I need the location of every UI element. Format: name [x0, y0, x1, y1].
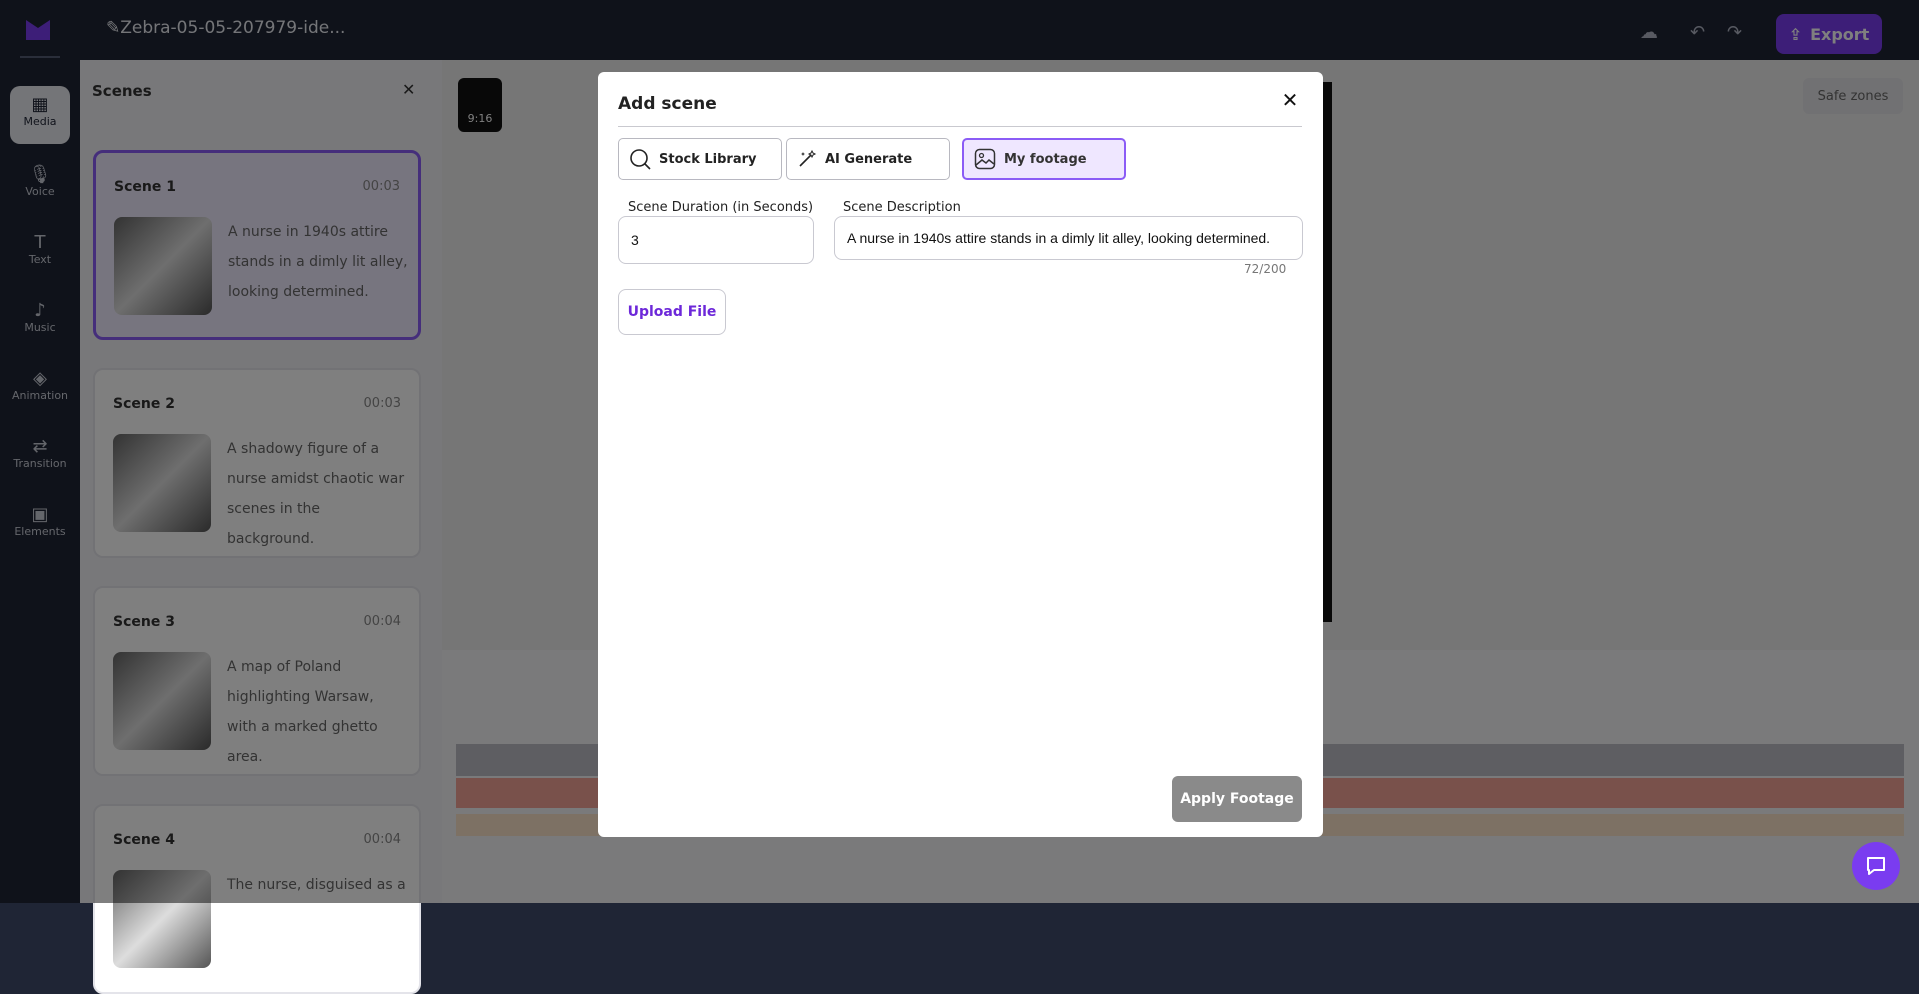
duration-input[interactable]: 3: [618, 216, 814, 264]
chat-icon: [1867, 857, 1885, 875]
search-icon: [630, 149, 651, 170]
add-scene-dialog: Add scene ✕ Stock Library AI Generate My…: [598, 72, 1323, 837]
close-icon[interactable]: ✕: [1278, 88, 1302, 112]
duration-label: Scene Duration (in Seconds): [628, 200, 814, 215]
description-input[interactable]: A nurse in 1940s attire stands in a diml…: [834, 216, 1303, 260]
dialog-title: Add scene: [618, 94, 717, 114]
magic-wand-icon: [799, 149, 817, 167]
tab-ai-generate[interactable]: AI Generate: [786, 138, 950, 180]
character-counter: 72/200: [1244, 262, 1287, 276]
upload-file-button[interactable]: Upload File: [618, 289, 726, 335]
tab-my-footage[interactable]: My footage: [962, 138, 1126, 180]
divider: [618, 126, 1302, 127]
image-icon: [974, 148, 996, 170]
description-label: Scene Description: [843, 200, 961, 215]
apply-footage-button[interactable]: Apply Footage: [1172, 776, 1302, 822]
chat-support-button[interactable]: [1852, 842, 1900, 890]
tab-stock-library[interactable]: Stock Library: [618, 138, 782, 180]
